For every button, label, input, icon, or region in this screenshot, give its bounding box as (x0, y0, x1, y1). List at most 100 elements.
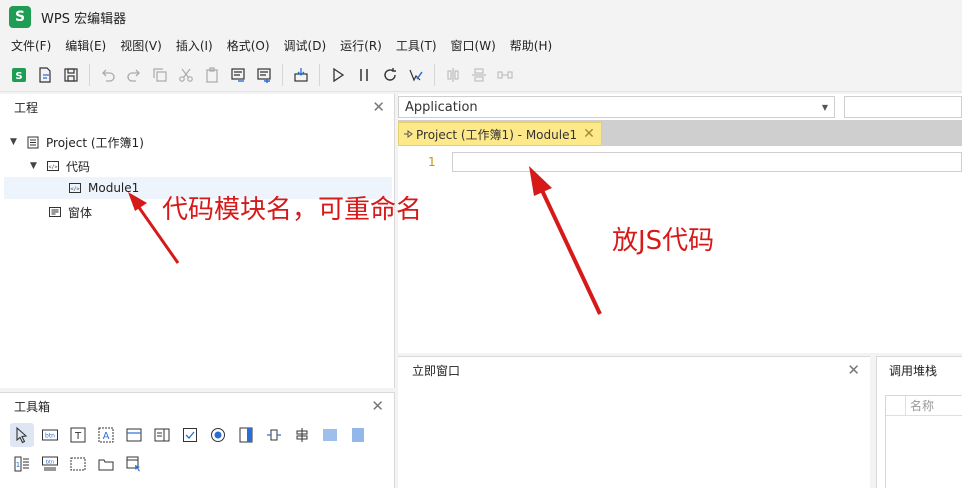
tree-item-label: Module1 (88, 181, 140, 195)
menu-tools[interactable]: 工具(T) (389, 35, 444, 57)
tab-module1[interactable]: Project (工作簿1) - Module1 ✕ (398, 122, 602, 146)
undo-icon[interactable] (95, 62, 121, 88)
wps-sheet-icon[interactable]: S (6, 62, 32, 88)
scrollbar-h-tool-icon[interactable] (262, 423, 286, 447)
toolbar-separator (282, 63, 283, 86)
toggle-tool-icon[interactable] (234, 423, 258, 447)
align-center-icon[interactable] (440, 62, 466, 88)
close-icon[interactable]: ✕ (583, 126, 595, 142)
object-dropdown-value: Application (405, 99, 478, 115)
slider-h-tool-icon[interactable] (318, 423, 342, 447)
menu-bar: 文件(F) 编辑(E) 视图(V) 插入(I) 格式(O) 调试(D) 运行(R… (0, 34, 962, 58)
chevron-down-icon[interactable]: ▼ (30, 161, 42, 171)
menu-help[interactable]: 帮助(H) (503, 35, 559, 57)
object-dropdown[interactable]: Application ▼ (398, 96, 835, 118)
annotation-module-note: 代码模块名，可重命名 (162, 195, 423, 225)
callstack-table-header: 名称 (886, 395, 962, 416)
menu-file[interactable]: 文件(F) (4, 35, 58, 57)
tab-label: Project (工作簿1) - Module1 (416, 127, 578, 142)
tabstrip-tool-icon[interactable] (94, 452, 118, 476)
slider-v-tool-icon[interactable] (346, 423, 370, 447)
listbox-tool-icon[interactable]: 1 (10, 452, 34, 476)
toolbar-separator (434, 63, 435, 86)
button-tool-icon[interactable]: btn (38, 423, 62, 447)
pin-icon (403, 129, 413, 139)
menu-insert[interactable]: 插入(I) (169, 35, 220, 57)
reset-icon[interactable] (377, 62, 403, 88)
immediate-panel[interactable]: 立即窗口 ✕ (398, 356, 870, 488)
callstack-column-name[interactable]: 名称 (906, 397, 934, 414)
checkbox-tool-icon[interactable] (178, 423, 202, 447)
module-icon: </> (68, 181, 82, 195)
svg-text:S: S (15, 71, 22, 82)
callstack-panel-title: 调用堆栈 (889, 363, 938, 378)
menu-format[interactable]: 格式(O) (220, 35, 277, 57)
svg-text:A: A (103, 431, 110, 442)
spin-tool-icon[interactable] (290, 423, 314, 447)
tree-item-label: Project (工作簿1) (46, 135, 144, 150)
toolbar-separator (319, 63, 320, 86)
callstack-panel-header: 调用堆栈 (877, 357, 962, 383)
uncomment-block-icon[interactable] (251, 62, 277, 88)
svg-text:btn: btn (45, 433, 55, 440)
close-icon[interactable]: ✕ (847, 362, 860, 378)
tree-item-project[interactable]: ▼ Project (工作簿1) (10, 131, 144, 153)
tree-item-forms-folder[interactable]: 窗体 (48, 201, 92, 223)
comment-block-icon[interactable] (225, 62, 251, 88)
distribute-icon[interactable] (492, 62, 518, 88)
immediate-panel-header: 立即窗口 ✕ (398, 357, 870, 383)
paste-icon[interactable] (199, 62, 225, 88)
tree-item-code-folder[interactable]: ▼ </> 代码 (30, 155, 90, 177)
pointer-tool-icon[interactable] (10, 423, 34, 447)
design-mode-icon[interactable] (403, 62, 429, 88)
cut-icon[interactable] (173, 62, 199, 88)
editor-tab-strip: Project (工作簿1) - Module1 ✕ (398, 120, 962, 146)
toolbox-panel: 工具箱 ✕ btn T A 1 btn (0, 392, 395, 488)
project-panel-title: 工程 (14, 100, 39, 115)
menu-edit[interactable]: 编辑(E) (58, 35, 113, 57)
tree-item-label: 代码 (66, 159, 91, 174)
form-icon (48, 205, 62, 219)
image-button-tool-icon[interactable]: btn (38, 452, 62, 476)
close-icon[interactable]: ✕ (372, 99, 385, 115)
pause-icon[interactable] (351, 62, 377, 88)
toolbox-grid: btn T A 1 btn (10, 423, 374, 481)
compile-icon[interactable] (288, 62, 314, 88)
insert-module-icon[interactable] (32, 62, 58, 88)
combobox-tool-icon[interactable] (150, 423, 174, 447)
line-number: 1 (428, 155, 436, 169)
menu-run[interactable]: 运行(R) (333, 35, 389, 57)
menu-window[interactable]: 窗口(W) (444, 35, 503, 57)
title-bar: S WPS 宏编辑器 (0, 0, 962, 34)
close-icon[interactable]: ✕ (371, 398, 384, 414)
callstack-table[interactable]: 名称 (885, 395, 962, 488)
callstack-row-selector (886, 395, 906, 416)
immediate-panel-title: 立即窗口 (412, 363, 461, 378)
code-folder-icon: </> (46, 159, 60, 173)
toolbox-panel-title: 工具箱 (14, 399, 51, 414)
chevron-down-icon[interactable]: ▼ (10, 137, 22, 147)
textbox-tool-icon[interactable]: A (94, 423, 118, 447)
menu-debug[interactable]: 调试(D) (277, 35, 334, 57)
label-tool-icon[interactable]: T (66, 423, 90, 447)
radio-tool-icon[interactable] (206, 423, 230, 447)
redo-icon[interactable] (121, 62, 147, 88)
refedit-tool-icon[interactable] (122, 452, 146, 476)
chevron-down-icon: ▼ (821, 102, 828, 112)
project-panel-header: 工程 ✕ (0, 94, 395, 120)
run-icon[interactable] (325, 62, 351, 88)
menu-view[interactable]: 视图(V) (113, 35, 169, 57)
frame-tool-icon[interactable] (122, 423, 146, 447)
toolbar: S (0, 58, 962, 92)
align-middle-icon[interactable] (466, 62, 492, 88)
project-panel: 工程 ✕ ▼ Project (工作簿1) ▼ </> 代码 </> Modul… (0, 94, 395, 388)
wps-logo-icon: S (9, 6, 31, 28)
save-icon[interactable] (58, 62, 84, 88)
procedure-dropdown[interactable] (844, 96, 962, 118)
toolbar-separator (89, 63, 90, 86)
multipage-tool-icon[interactable] (66, 452, 90, 476)
copy-icon[interactable] (147, 62, 173, 88)
project-icon (26, 135, 40, 149)
svg-text:1: 1 (16, 461, 20, 469)
code-input-line[interactable] (452, 152, 962, 172)
